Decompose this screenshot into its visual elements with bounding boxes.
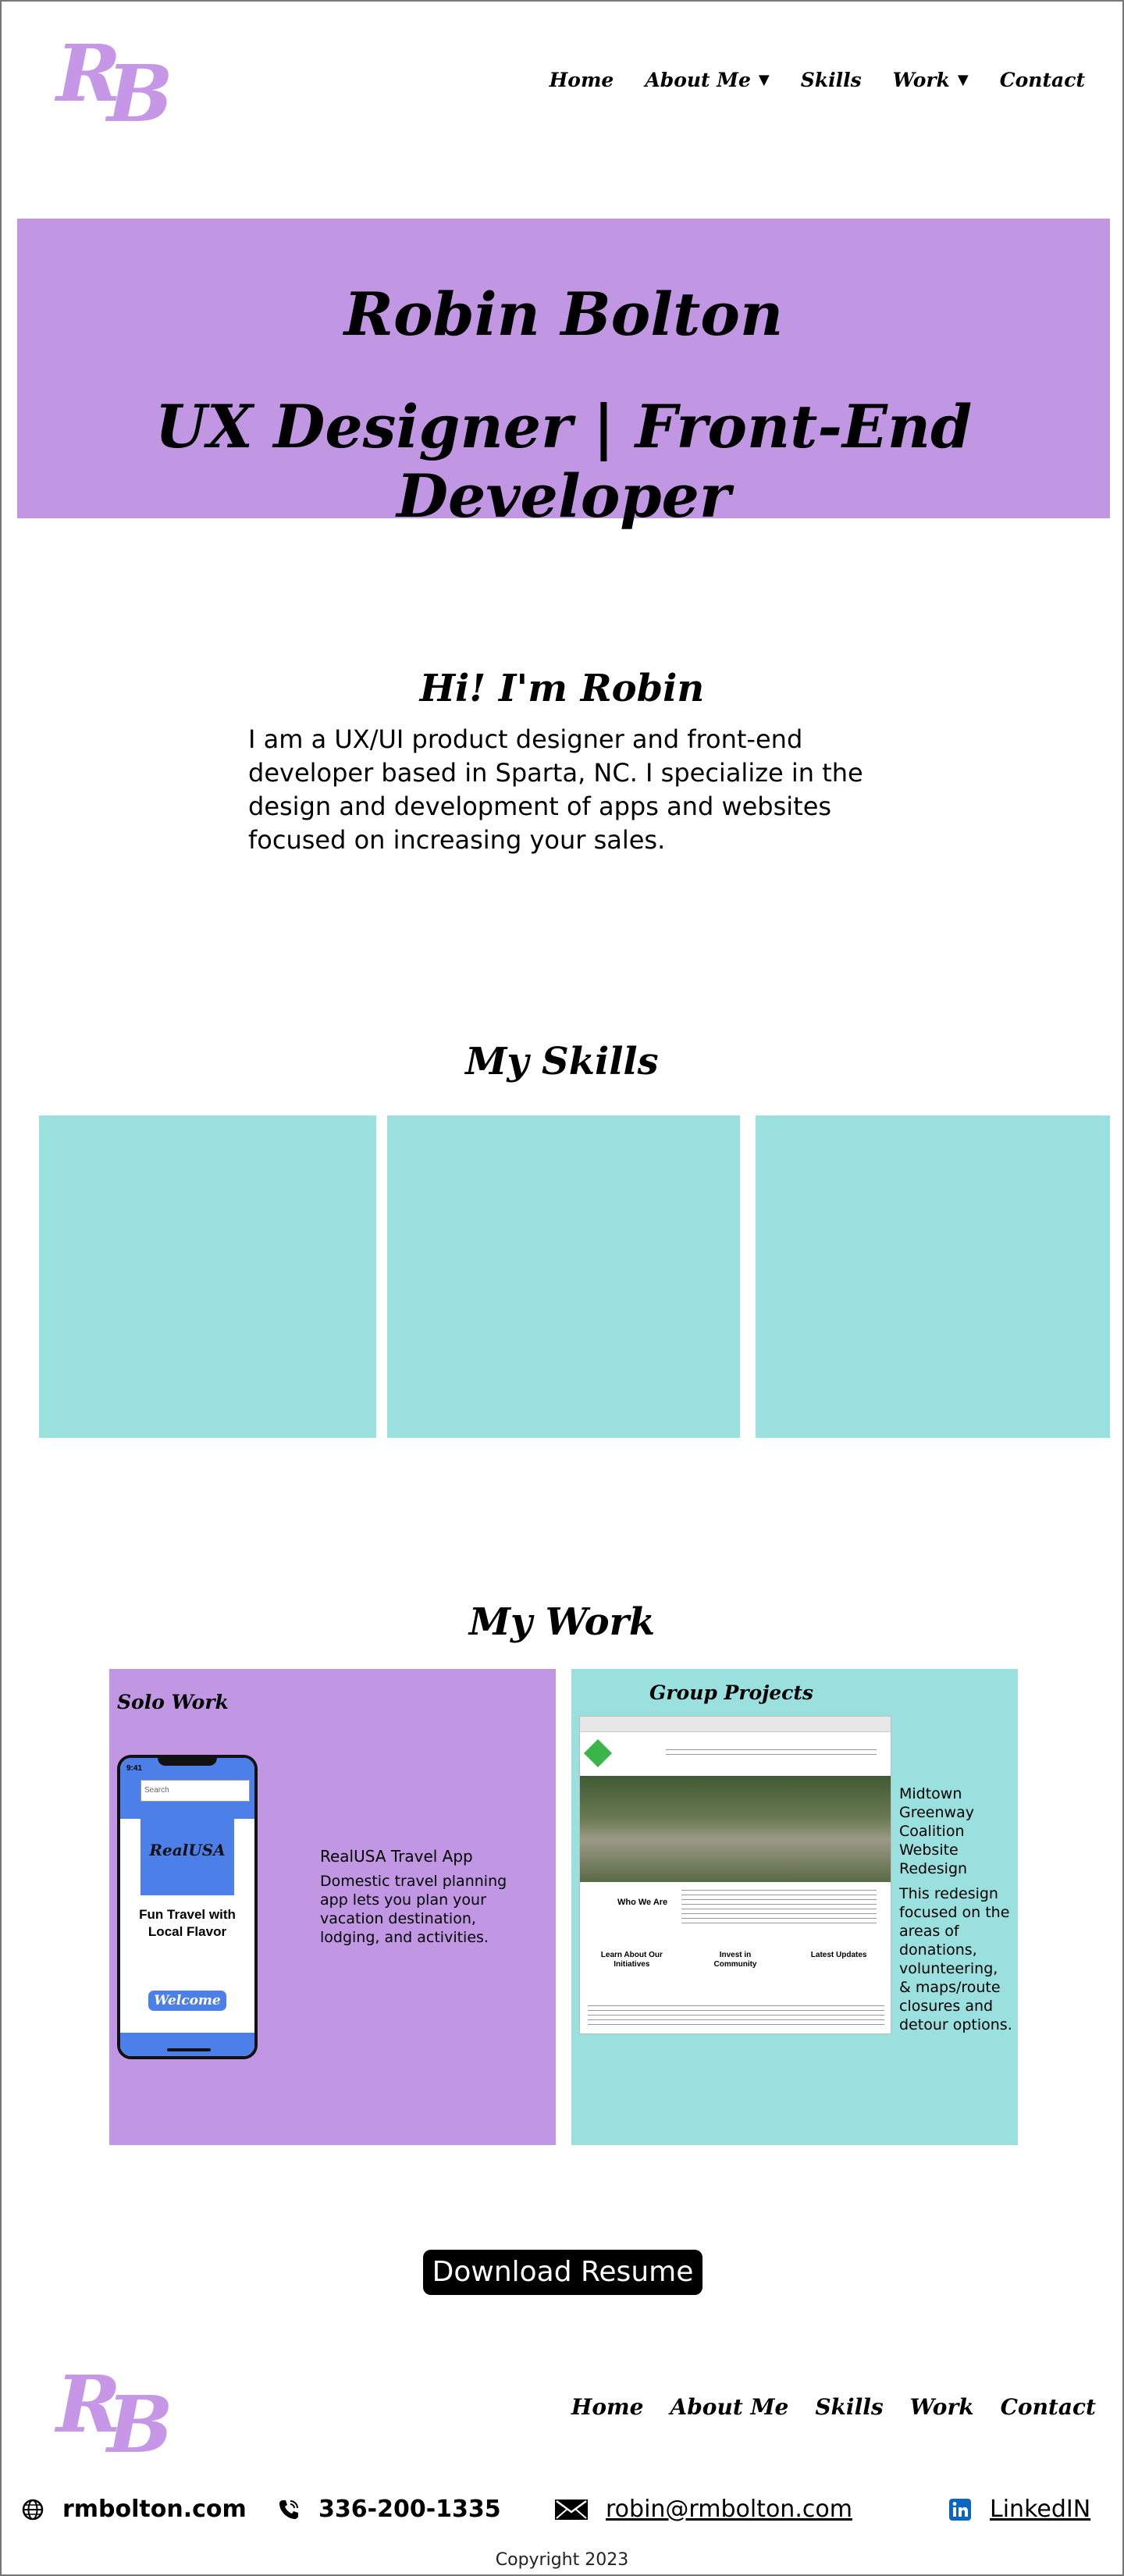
phone-bottom-bar	[120, 2033, 254, 2056]
phone-search-input: Search	[140, 1780, 250, 1802]
solo-work-card[interactable]: Solo Work 9:41 Search RealUSA Fun Travel…	[109, 1669, 556, 2145]
intro-heading: Hi! I'm Robin	[419, 667, 705, 710]
envelope-icon	[554, 2497, 589, 2522]
nav-skills-label: Skills	[800, 69, 862, 91]
contact-website[interactable]: rmbolton.com	[20, 2496, 247, 2523]
site-col-2: Invest in Community	[713, 1951, 757, 1969]
footer-logo[interactable]: RB	[56, 2365, 173, 2464]
globe-icon	[20, 2497, 45, 2522]
nav-work-label: Work	[892, 69, 950, 91]
copyright: Copyright 2023	[495, 2550, 629, 2570]
chevron-down-icon: ▼	[758, 72, 770, 88]
solo-project-desc: Domestic travel planning app lets you pl…	[320, 1873, 507, 1946]
phone-notch	[158, 1758, 217, 1766]
hero-name: Robin Bolton	[343, 279, 784, 349]
footer-nav-about-me[interactable]: About Me	[670, 2394, 788, 2420]
phone-home-indicator	[167, 2048, 211, 2051]
nav-about-me[interactable]: About Me ▼	[645, 69, 769, 91]
footer-nav-contact[interactable]: Contact	[1001, 2394, 1096, 2420]
coalition-logo-icon	[583, 1738, 613, 1768]
intro-text: I am a UX/UI product designer and front-…	[248, 724, 863, 855]
nav-contact-label: Contact	[999, 69, 1085, 91]
realusa-logo: RealUSA	[140, 1817, 234, 1895]
group-projects-card[interactable]: Group Projects Who We Are Learn About Ou…	[571, 1669, 1018, 2145]
site-nav-lines	[666, 1749, 877, 1756]
group-project-title: Midtown Greenway Coalition Website Redes…	[899, 1785, 974, 1877]
email-text: robin@rmbolton.com	[606, 2496, 852, 2523]
footer-nav-home[interactable]: Home	[571, 2394, 644, 2420]
main-nav: Home About Me ▼ Skills Work ▼ Contact	[550, 69, 1085, 91]
group-projects-label: Group Projects	[649, 1681, 813, 1704]
skills-heading: My Skills	[465, 1040, 659, 1083]
logo-letter-b: B	[107, 48, 173, 140]
work-heading: My Work	[468, 1600, 656, 1644]
phone-time: 9:41	[126, 1764, 143, 1773]
site-col-3: Latest Updates	[810, 1951, 867, 1959]
nav-home[interactable]: Home	[550, 69, 614, 91]
phone-welcome-button: Welcome	[148, 1991, 226, 2011]
group-project-desc: This redesign focused on the areas of do…	[899, 1885, 1012, 2033]
site-col-1: Learn About Our Initiatives	[600, 1951, 663, 1969]
who-we-are-label: Who We Are	[617, 1898, 668, 1907]
logo-letter-b: B	[107, 2379, 173, 2471]
browser-bar	[580, 1717, 891, 1732]
phone-tagline: Fun Travel with Local Flavor	[139, 1907, 236, 1939]
footer-nav-work[interactable]: Work	[910, 2394, 974, 2420]
site-header	[580, 1732, 891, 1776]
site-logo[interactable]: RB	[56, 34, 173, 133]
hero-banner: Robin Bolton UX Designer | Front-End Dev…	[17, 219, 1110, 531]
site-intro-lines	[681, 1890, 877, 1924]
logo-letter-r: R	[56, 2358, 121, 2450]
nav-home-label: Home	[549, 69, 614, 91]
linkedin-text: LinkedIN	[990, 2496, 1091, 2523]
skill-card	[756, 1115, 1110, 1438]
nav-work[interactable]: Work ▼	[893, 69, 969, 91]
contact-linkedin[interactable]: LinkedIN	[948, 2496, 1090, 2523]
hero-title: UX Designer | Front-End Developer	[155, 392, 973, 531]
skill-card	[39, 1115, 376, 1438]
website-text: rmbolton.com	[62, 2496, 247, 2523]
footer-nav-skills[interactable]: Skills	[815, 2394, 883, 2420]
website-screenshot: Who We Are Learn About Our Initiatives I…	[579, 1716, 891, 2034]
linkedin-icon	[948, 2497, 973, 2522]
footer-nav: Home About Me Skills Work Contact	[571, 2394, 1096, 2420]
site-footer-lines	[588, 2005, 884, 2027]
contact-phone[interactable]: 336-200-1335	[276, 2496, 501, 2523]
site-columns: Learn About Our Initiatives Invest in Co…	[580, 1951, 891, 1969]
app-phone-mockup: 9:41 Search RealUSA Fun Travel with Loca…	[117, 1755, 258, 2059]
nav-skills[interactable]: Skills	[801, 69, 862, 91]
phone-text: 336-200-1335	[318, 2496, 501, 2523]
contact-email[interactable]: robin@rmbolton.com	[554, 2496, 852, 2523]
solo-work-label: Solo Work	[117, 1691, 229, 1713]
logo-letter-r: R	[56, 27, 121, 119]
download-resume-button[interactable]: Download Resume	[423, 2250, 702, 2295]
nav-contact[interactable]: Contact	[1000, 69, 1085, 91]
chevron-down-icon: ▼	[957, 72, 969, 88]
solo-project-title: RealUSA Travel App	[320, 1847, 473, 1866]
skill-card	[387, 1115, 740, 1438]
greenway-photo	[580, 1776, 891, 1882]
phone-icon	[276, 2497, 301, 2522]
nav-about-me-label: About Me	[645, 69, 751, 91]
